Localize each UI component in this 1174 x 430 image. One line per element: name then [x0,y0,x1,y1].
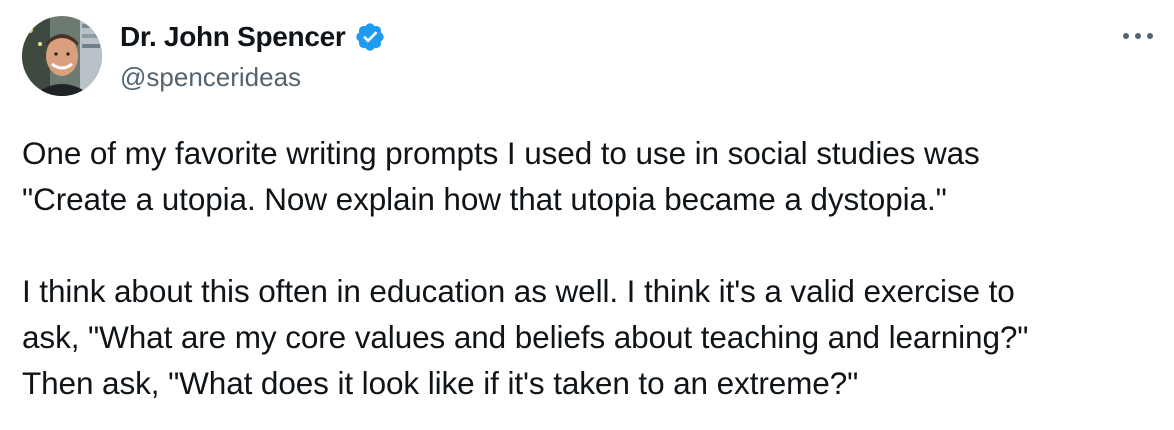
tweet-text: One of my favorite writing prompts I use… [22,130,1152,406]
display-name[interactable]: Dr. John Spencer [120,21,346,53]
tweet-line: "Create a utopia. Now explain how that u… [22,181,947,217]
paragraph-break [22,222,1152,268]
avatar[interactable] [22,16,102,96]
author-handle[interactable]: @spencerideas [120,62,301,93]
tweet-line: One of my favorite writing prompts I use… [22,135,980,171]
tweet-line: Then ask, "What does it look like if it'… [22,365,859,401]
tweet-line: ask, "What are my core values and belief… [22,319,1029,355]
more-horizontal-icon [1123,33,1153,39]
author-name-row: Dr. John Spencer [120,18,386,56]
tweet-line: I think about this often in education as… [22,273,1015,309]
verified-badge-icon [354,21,386,53]
more-options-button[interactable] [1118,22,1158,50]
tweet-card: Dr. John Spencer @spencerideas One of my… [0,0,1174,430]
